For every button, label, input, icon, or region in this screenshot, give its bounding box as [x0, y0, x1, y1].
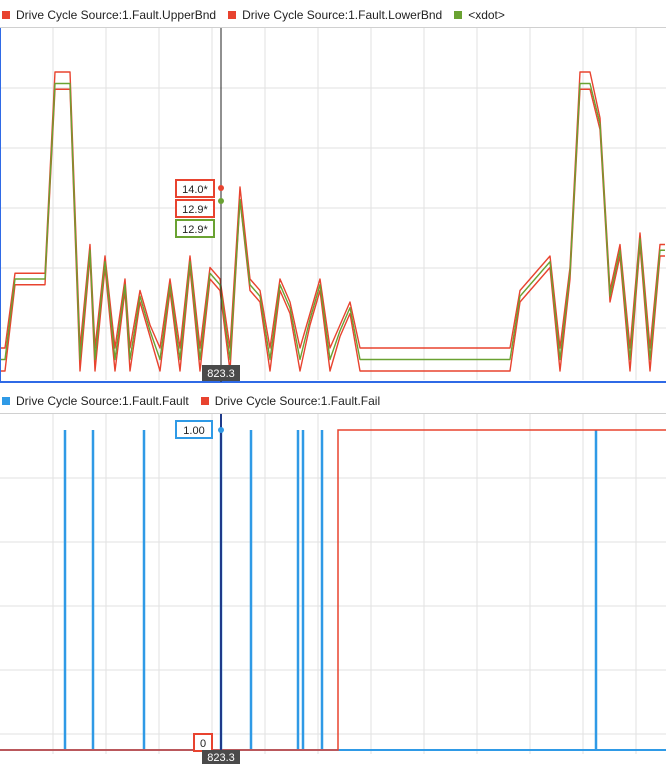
top-plot-background: [0, 28, 666, 384]
legend-upper-swatch: [2, 10, 10, 19]
cursor-fault-marker: [218, 427, 224, 433]
bottom-plot-background: [0, 414, 666, 764]
legend-fault-label: Drive Cycle Source:1.Fault.Fault: [16, 393, 189, 408]
cursor-xdot-value: 12.9*: [182, 224, 208, 236]
legend-upper-label: Drive Cycle Source:1.Fault.UpperBnd: [16, 7, 217, 22]
legend-fail-label: Drive Cycle Source:1.Fault.Fail: [214, 393, 381, 408]
legend-fail-swatch: [200, 396, 209, 405]
legend-upper[interactable]: Drive Cycle Source:1.Fault.UpperBnd: [2, 8, 216, 22]
top-chart[interactable]: 14.0* 12.9* 12.9* 823.3: [0, 28, 666, 384]
cursor-upper-marker: [218, 185, 224, 191]
legend-xdot-swatch: [454, 10, 463, 19]
bottom-legend: Drive Cycle Source:1.Fault.Fault Drive C…: [0, 388, 666, 414]
bottom-time-label: 823.3: [207, 752, 235, 764]
top-time-label: 823.3: [207, 368, 235, 380]
cursor-lower-value: 12.9*: [182, 204, 208, 216]
legend-fault-swatch: [2, 396, 10, 405]
legend-fail[interactable]: Drive Cycle Source:1.Fault.Fail: [200, 393, 381, 408]
legend-lower-label: Drive Cycle Source:1.Fault.LowerBnd: [242, 7, 443, 22]
legend-lower-swatch: [228, 10, 237, 19]
top-legend: Drive Cycle Source:1.Fault.UpperBnd Driv…: [0, 2, 666, 28]
legend-xdot-label: <xdot>: [468, 7, 505, 22]
legend-fault[interactable]: Drive Cycle Source:1.Fault.Fault: [2, 394, 189, 408]
bottom-chart[interactable]: 1.00 0823.3: [0, 414, 666, 764]
legend-xdot[interactable]: <xdot>: [454, 8, 505, 22]
cursor-fault-value: 1.00: [183, 425, 204, 437]
legend-lower[interactable]: Drive Cycle Source:1.Fault.LowerBnd: [228, 8, 442, 22]
cursor-fail-value: 0: [200, 738, 206, 750]
cursor-xdot-marker: [218, 198, 224, 204]
cursor-upper-value: 14.0*: [182, 184, 208, 196]
